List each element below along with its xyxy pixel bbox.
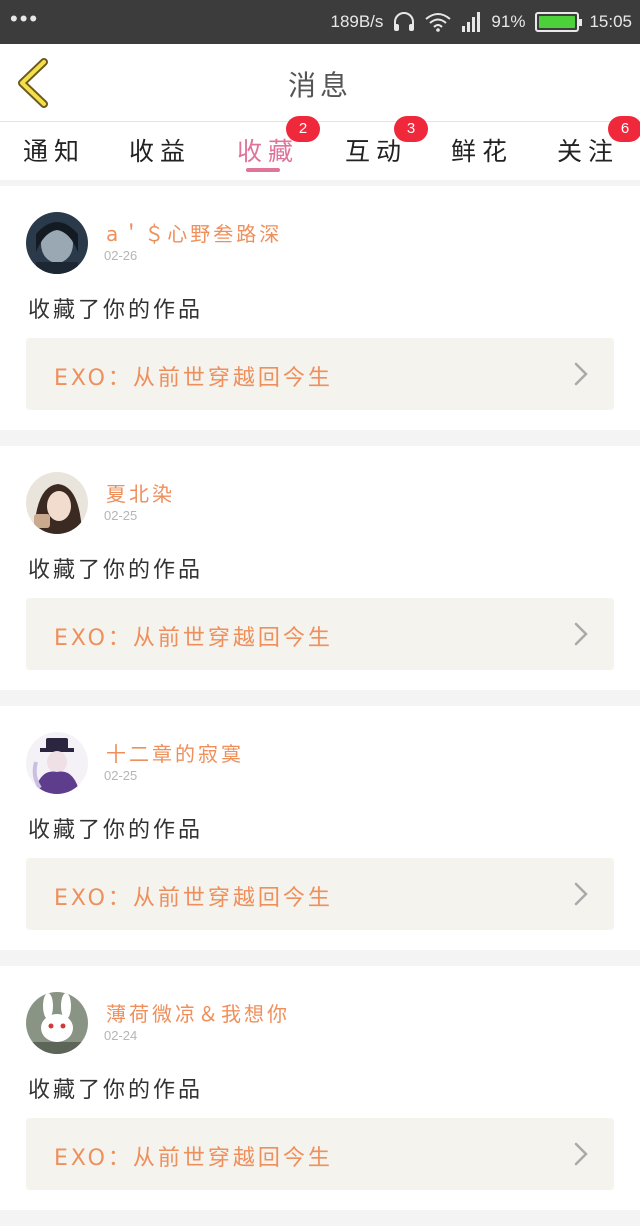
tab-following[interactable]: 关注 6	[534, 116, 640, 180]
username[interactable]: 薄荷微凉＆我想你	[106, 998, 290, 1027]
clock: 15:05	[589, 12, 632, 31]
work-link[interactable]: EXO：从前世穿越回今生	[26, 598, 614, 670]
work-title: EXO：从前世穿越回今生	[54, 366, 333, 391]
list-item: 薄荷微凉＆我想你 02-24 收藏了你的作品 EXO：从前世穿越回今生	[0, 966, 640, 1210]
avatar[interactable]	[26, 212, 88, 274]
list-item: a＇＄心野叁路深 02-26 收藏了你的作品 EXO：从前世穿越回今生	[0, 186, 640, 430]
tab-favorites[interactable]: 收藏 2	[214, 116, 322, 180]
unread-badge: 3	[394, 116, 428, 142]
tab-label: 互动	[344, 137, 407, 166]
work-link[interactable]: EXO：从前世穿越回今生	[26, 858, 614, 930]
status-bar: ••• 189B/s 91% 15:05	[0, 0, 640, 44]
tab-label: 收益	[128, 137, 191, 166]
timestamp: 02-25	[104, 768, 138, 783]
action-text: 收藏了你的作品	[28, 818, 204, 843]
tab-bar: 通知 收益 收藏 2 互动 3 鲜花 关注 6	[0, 116, 640, 180]
tab-notifications[interactable]: 通知	[0, 122, 108, 180]
tab-flowers[interactable]: 鲜花	[428, 122, 536, 180]
headphones-icon	[394, 12, 415, 31]
nav-bar: 消息	[0, 44, 640, 122]
avatar[interactable]	[26, 992, 88, 1054]
page-title: 消息	[287, 69, 352, 102]
message-list: a＇＄心野叁路深 02-26 收藏了你的作品 EXO：从前世穿越回今生 夏北染 …	[0, 186, 640, 1226]
avatar[interactable]	[26, 472, 88, 534]
unread-badge: 6	[608, 116, 640, 142]
chevron-right-icon	[574, 362, 588, 386]
tab-label: 通知	[22, 137, 85, 166]
chevron-right-icon	[574, 1142, 588, 1166]
username[interactable]: a＇＄心野叁路深	[106, 218, 282, 247]
timestamp: 02-24	[104, 1028, 138, 1043]
battery-percent: 91%	[491, 12, 526, 31]
action-text: 收藏了你的作品	[28, 298, 204, 323]
username[interactable]: 夏北染	[106, 478, 175, 507]
chevron-right-icon	[574, 882, 588, 906]
chevron-right-icon	[574, 622, 588, 646]
timestamp: 02-26	[104, 248, 138, 263]
network-speed: 189B/s	[330, 12, 384, 31]
signal-icon	[462, 12, 481, 32]
tab-label: 收藏	[236, 137, 299, 166]
menu-dots-icon: •••	[10, 6, 40, 31]
tab-earnings[interactable]: 收益	[106, 122, 214, 180]
list-item: 十二章的寂寞 02-25 收藏了你的作品 EXO：从前世穿越回今生	[0, 706, 640, 950]
work-link[interactable]: EXO：从前世穿越回今生	[26, 1118, 614, 1190]
wifi-icon	[425, 13, 452, 32]
tab-label: 鲜花	[450, 137, 513, 166]
action-text: 收藏了你的作品	[28, 1078, 204, 1103]
work-title: EXO：从前世穿越回今生	[54, 626, 333, 651]
action-text: 收藏了你的作品	[28, 558, 204, 583]
unread-badge: 2	[286, 116, 320, 142]
work-link[interactable]: EXO：从前世穿越回今生	[26, 338, 614, 410]
timestamp: 02-25	[104, 508, 138, 523]
username[interactable]: 十二章的寂寞	[106, 738, 244, 767]
tab-interactions[interactable]: 互动 3	[322, 116, 430, 180]
work-title: EXO：从前世穿越回今生	[54, 886, 333, 911]
work-title: EXO：从前世穿越回今生	[54, 1146, 333, 1171]
active-tab-indicator	[246, 168, 280, 172]
list-item: 夏北染 02-25 收藏了你的作品 EXO：从前世穿越回今生	[0, 446, 640, 690]
avatar[interactable]	[26, 732, 88, 794]
battery-icon	[535, 12, 583, 32]
tab-label: 关注	[556, 137, 619, 166]
